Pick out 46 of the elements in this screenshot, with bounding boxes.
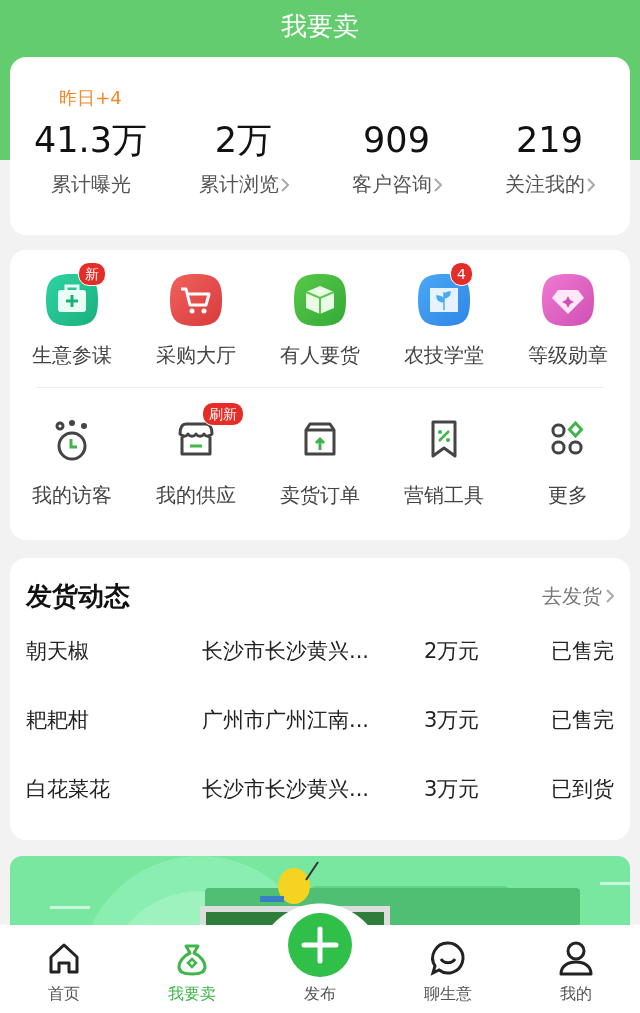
- ship-goods-link[interactable]: 去发货: [542, 582, 614, 610]
- location-text: 长沙市长沙黄兴...: [202, 637, 371, 665]
- box-icon: [292, 272, 348, 328]
- tab-item[interactable]: 我的: [512, 903, 640, 1013]
- page-title: 我要卖: [281, 10, 359, 43]
- stat-value: 41.3万: [34, 119, 147, 162]
- tool-shortcut[interactable]: 等级勋章: [506, 260, 630, 369]
- chevron-icon: [606, 589, 614, 603]
- status-text: 已售完: [550, 706, 614, 734]
- amount-text: 2万元: [424, 637, 481, 665]
- product-name: 朝天椒: [26, 637, 90, 665]
- section-title: 发货动态: [26, 579, 130, 613]
- stat-label: 客户咨询: [351, 171, 432, 198]
- status-text: 已售完: [550, 637, 614, 665]
- gem-icon: [540, 272, 596, 328]
- cart-icon: [168, 272, 224, 328]
- publish-button[interactable]: 发布: [256, 903, 384, 1013]
- stat-value: 2万: [214, 119, 273, 162]
- tool-shortcut[interactable]: 采购大厅: [134, 260, 258, 369]
- tool-shortcut[interactable]: 营销工具: [382, 400, 506, 509]
- status-text: 已到货: [550, 775, 614, 803]
- badge: 4: [450, 262, 473, 286]
- amount-text: 3万元: [424, 706, 481, 734]
- tab-item[interactable]: 首页: [0, 903, 128, 1013]
- tool-shortcut[interactable]: 我的访客: [10, 400, 134, 509]
- badge: 新: [78, 262, 106, 286]
- tab-item[interactable]: 聊生意: [384, 903, 512, 1013]
- tool-shortcut[interactable]: 卖货订单: [258, 400, 382, 509]
- stat-label: 累计曝光: [50, 171, 131, 198]
- stat-label: 累计浏览: [198, 171, 279, 198]
- location-text: 广州市广州江南...: [202, 706, 371, 734]
- delta-text: 昨日+4: [59, 86, 122, 110]
- product-name: 耙耙柑: [26, 706, 90, 734]
- plus-icon: [300, 925, 340, 965]
- stat-value: 909: [363, 119, 430, 162]
- badge: 刷新: [202, 402, 244, 426]
- tool-shortcut[interactable]: 新 生意参谋: [10, 260, 134, 369]
- stat-value: 219: [516, 119, 583, 162]
- tool-shortcut[interactable]: 更多: [506, 400, 630, 509]
- tool-shortcut[interactable]: 刷新 我的供应: [134, 400, 258, 509]
- product-name: 白花菜花: [26, 775, 111, 803]
- location-text: 长沙市长沙黄兴...: [202, 775, 371, 803]
- amount-text: 3万元: [424, 775, 481, 803]
- tool-shortcut[interactable]: 有人要货: [258, 260, 382, 369]
- stat-label: 关注我的: [504, 171, 585, 198]
- tool-shortcut[interactable]: 4 农技学堂: [382, 260, 506, 369]
